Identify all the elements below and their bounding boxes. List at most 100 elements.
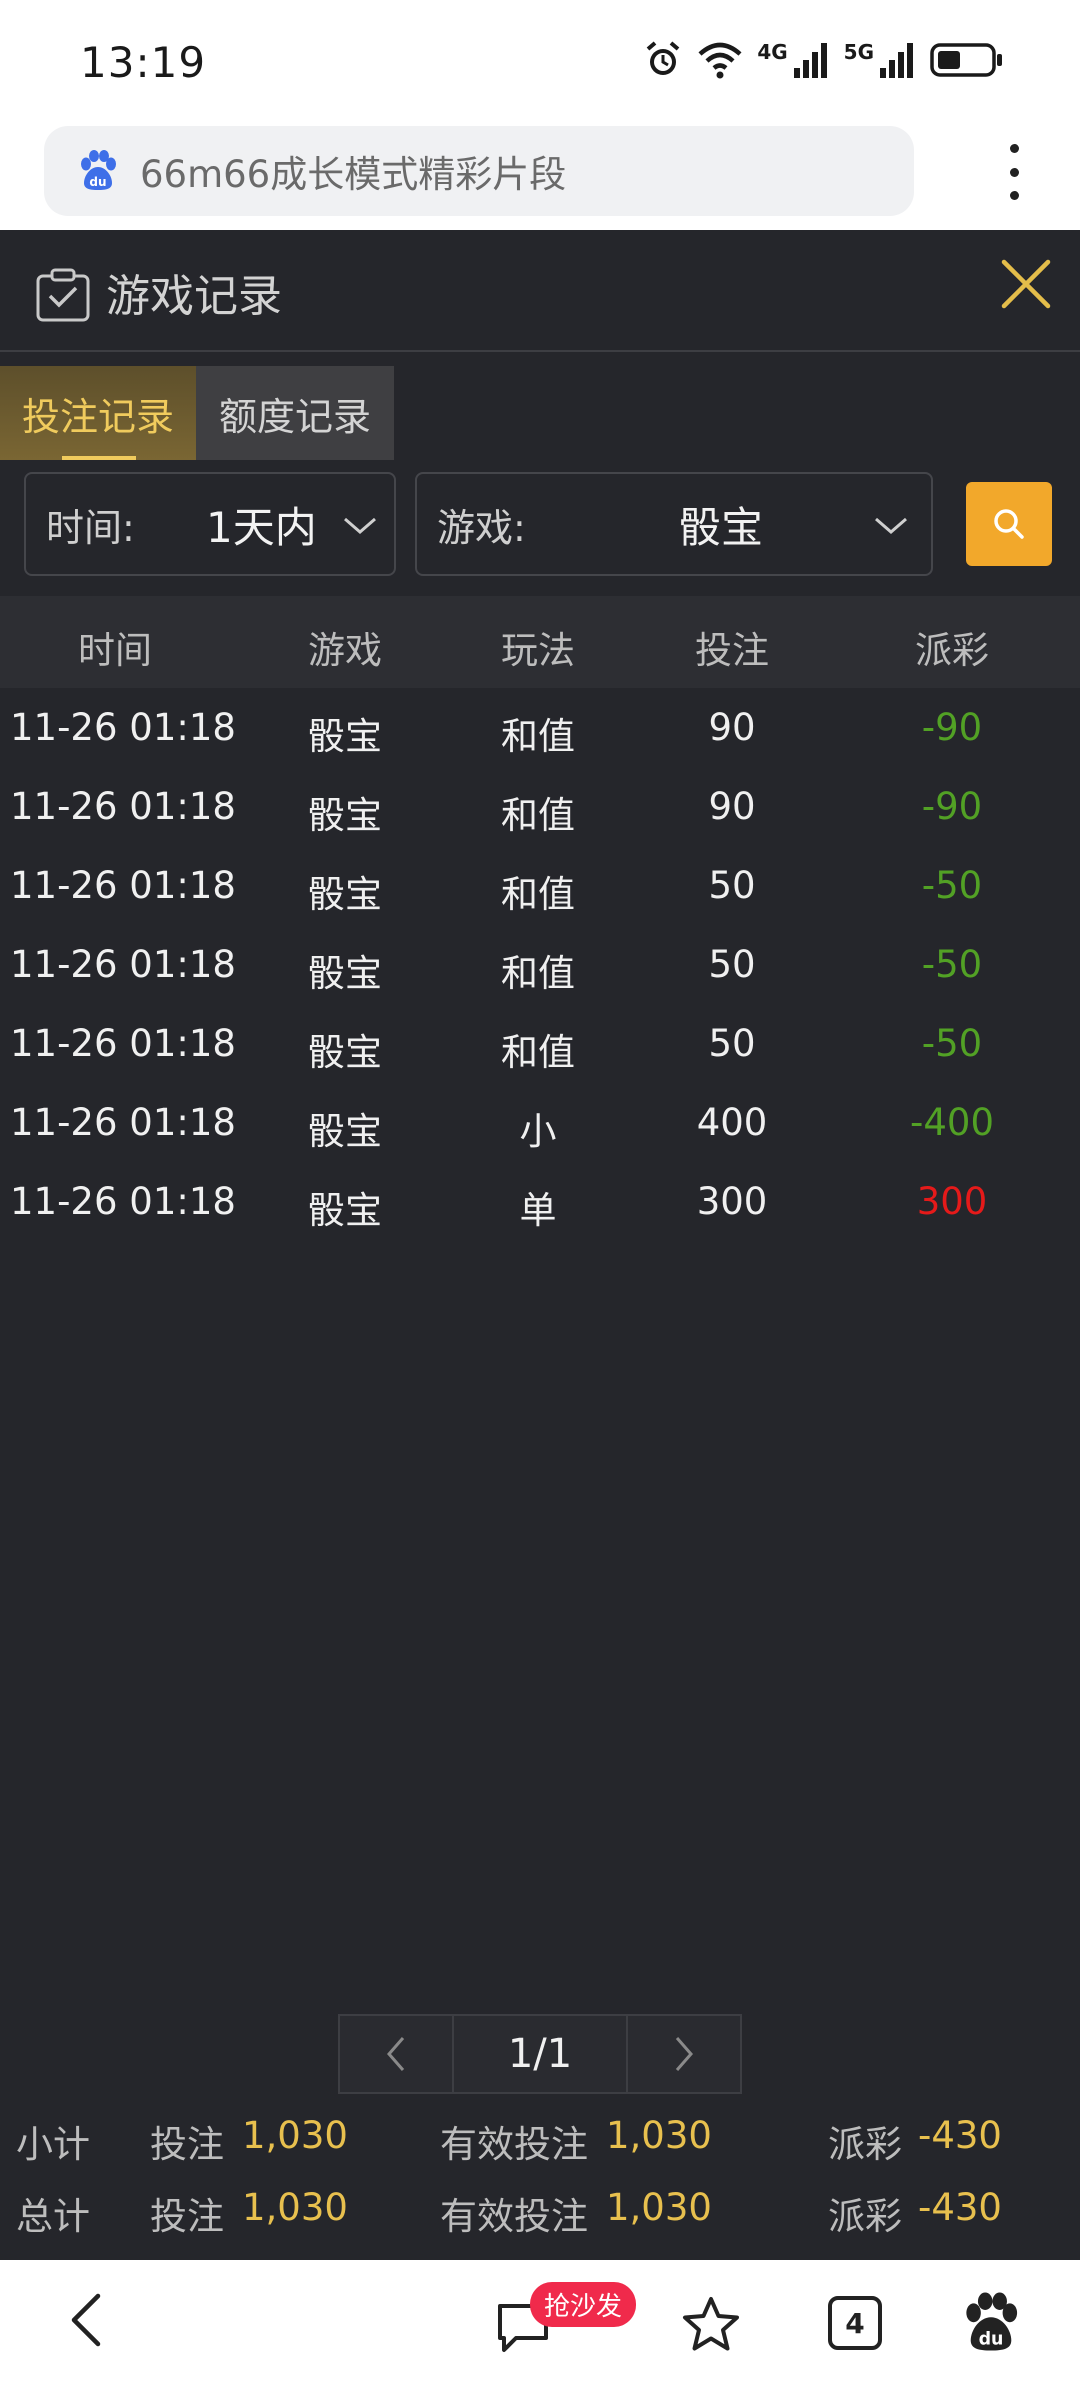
search-icon [994,509,1024,539]
url-text: 66m66成长模式精彩片段 [140,153,567,196]
column-header-payout: 派彩 [915,629,989,672]
table-header: 时间 游戏 玩法 投注 派彩 [0,596,1080,688]
subtotal-label: 小计 [16,2123,90,2166]
subtotal-valid-value: 1,030 [606,2114,712,2157]
column-header-game: 游戏 [308,629,382,672]
cell-payout: -50 [921,943,983,986]
cell-time: 11-26 01:18 [10,864,236,907]
table-row: 11-26 01:18 骰宝 和值 90 -90 [0,688,1080,767]
baidu-home-icon[interactable]: du [962,2292,1020,2354]
cell-payout: -90 [921,785,983,828]
cell-game: 骰宝 [308,794,382,837]
cell-bet: 50 [708,864,756,907]
cell-game: 骰宝 [308,952,382,995]
cell-payout: -50 [921,864,983,907]
signal-icon [793,43,827,78]
svg-text:du: du [89,175,106,189]
subtotal-bet-label: 投注 [150,2123,224,2166]
subtotal-payout-value: -430 [918,2114,1002,2157]
total-label: 总计 [16,2195,90,2238]
chevron-down-icon [875,517,907,534]
cell-bet: 90 [708,706,756,749]
cell-bet: 90 [708,785,756,828]
total-payout-label: 派彩 [828,2195,902,2238]
cell-payout: 300 [916,1180,988,1223]
cell-game: 骰宝 [308,1189,382,1232]
time-filter-value: 1天内 [206,502,317,552]
status-icons: 4G 5G [643,40,1004,80]
chevron-right-icon [675,2037,693,2071]
cell-time: 11-26 01:18 [10,1101,236,1144]
total-valid-value: 1,030 [606,2186,712,2229]
tab-credit-records[interactable]: 额度记录 [196,366,394,460]
more-menu-button[interactable] [1004,144,1024,200]
search-button[interactable] [966,482,1052,566]
subtotal-bet-value: 1,030 [242,2114,348,2157]
next-page-button[interactable] [626,2014,742,2094]
cell-bet: 300 [696,1180,768,1223]
total-bet-value: 1,030 [242,2186,348,2229]
browser-bottom-nav: 抢沙发 4 du [0,2260,1080,2388]
browser-bar: du 66m66成长模式精彩片段 [0,126,1080,230]
cell-time: 11-26 01:18 [10,1180,236,1223]
time-filter-select[interactable]: 时间: 1天内 [24,472,396,576]
time-filter-label: 时间: [46,505,135,550]
status-time: 13:19 [80,38,207,87]
network-label-2: 5G [843,40,874,64]
status-bar: 13:19 4G 5G [0,0,1080,126]
cell-game: 骰宝 [308,715,382,758]
total-bet-label: 投注 [150,2195,224,2238]
comment-badge: 抢沙发 [530,2282,637,2327]
tab-bet-records[interactable]: 投注记录 [0,366,196,460]
baidu-paw-icon: du [81,150,116,190]
dot-icon [1009,191,1019,200]
star-icon[interactable] [680,2294,742,2356]
pagination: 1/1 [338,2014,742,2094]
dot-icon [1009,144,1019,153]
cell-time: 11-26 01:18 [10,785,236,828]
page-header: 游戏记录 [0,230,1080,352]
record-tabs: 投注记录 额度记录 [0,366,394,460]
total-valid-label: 有效投注 [440,2195,588,2238]
page-title: 游戏记录 [106,271,282,322]
cell-payout: -90 [921,706,983,749]
subtotal-row: 小计 投注 1,030 有效投注 1,030 派彩 -430 [0,2106,1080,2166]
svg-text:du: du [979,2330,1004,2350]
tabs-count-button[interactable]: 4 [828,2296,882,2350]
url-bar[interactable]: du 66m66成长模式精彩片段 [44,126,914,216]
chevron-left-icon [387,2037,405,2071]
cell-play: 和值 [501,1031,575,1074]
network-label-1: 4G [757,40,788,64]
cell-play: 和值 [501,873,575,916]
total-payout-value: -430 [918,2186,1002,2229]
column-header-time: 时间 [78,629,152,672]
cell-game: 骰宝 [308,873,382,916]
table-row: 11-26 01:18 骰宝 小 400 -400 [0,1083,1080,1162]
signal-icon-2 [880,43,913,78]
cell-bet: 50 [708,943,756,986]
cell-bet: 50 [708,1022,756,1065]
cell-play: 单 [519,1189,557,1232]
cell-bet: 400 [696,1101,768,1144]
battery-icon [930,43,1002,77]
back-button[interactable] [66,2290,106,2350]
wifi-icon [698,42,742,79]
alarm-icon [647,41,680,75]
cell-time: 11-26 01:18 [10,706,236,749]
column-header-bet: 投注 [695,629,769,672]
dot-icon [1009,167,1019,177]
close-button[interactable] [996,254,1056,314]
cell-play: 和值 [501,715,575,758]
cell-time: 11-26 01:18 [10,943,236,986]
total-row: 总计 投注 1,030 有效投注 1,030 派彩 -430 [0,2178,1080,2238]
prev-page-button[interactable] [338,2014,454,2094]
game-filter-value: 骰宝 [679,502,764,552]
table-row: 11-26 01:18 骰宝 和值 50 -50 [0,846,1080,925]
subtotal-valid-label: 有效投注 [440,2123,588,2166]
cell-payout: -50 [921,1022,983,1065]
cell-play: 和值 [501,952,575,995]
cell-play: 小 [519,1110,557,1153]
cell-game: 骰宝 [308,1031,382,1074]
clipboard-check-icon [36,268,90,322]
game-filter-select[interactable]: 游戏: 骰宝 [415,472,933,576]
